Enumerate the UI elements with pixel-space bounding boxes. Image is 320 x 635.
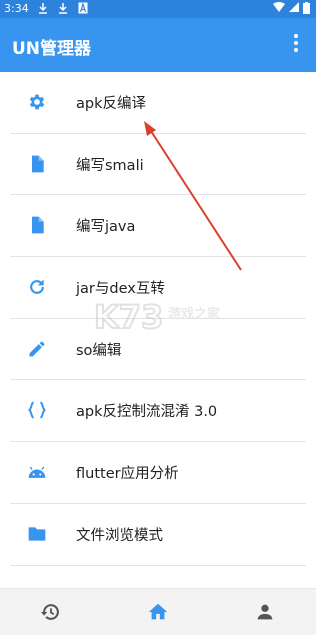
bottom-navigation xyxy=(0,588,316,635)
file-icon xyxy=(32,217,44,234)
person-icon[interactable] xyxy=(254,601,276,623)
braces-icon xyxy=(28,401,46,419)
menu-item-label: jar与dex互转 xyxy=(76,281,165,298)
more-options-icon[interactable] xyxy=(290,34,302,56)
watermark-text: 游戏之家 xyxy=(168,307,221,322)
menu-item-write-smali[interactable]: 编写smali xyxy=(0,134,316,196)
menu-item-apk-deobfuscate[interactable]: apk反控制流混淆 3.0 xyxy=(0,380,316,443)
menu-item-file-browse[interactable]: 文件浏览模式 xyxy=(0,504,316,566)
status-time: 3:34 xyxy=(4,2,29,15)
menu-item-label: 编写smali xyxy=(76,157,144,174)
menu-item-apk-decompile[interactable]: apk反编译 xyxy=(0,72,316,134)
menu-item-write-java[interactable]: 编写java xyxy=(0,195,316,258)
pencil-icon xyxy=(29,341,45,357)
battery-icon xyxy=(303,2,310,14)
refresh-icon xyxy=(30,279,44,294)
divider xyxy=(10,564,306,566)
menu-item-label: 编写java xyxy=(76,219,136,236)
menu-item-label: 文件浏览模式 xyxy=(76,527,163,544)
download-icon xyxy=(39,3,47,14)
svg-text:K73: K73 xyxy=(94,298,163,336)
wifi-icon xyxy=(273,2,285,12)
menu-item-label: so编辑 xyxy=(76,342,122,359)
home-icon[interactable] xyxy=(147,601,169,623)
status-bar: 3:34 xyxy=(0,0,316,18)
app-bar: UN管理器 xyxy=(0,18,316,72)
menu-item-label: flutter应用分析 xyxy=(76,466,179,483)
folder-icon xyxy=(28,527,46,541)
menu-item-label: apk反编译 xyxy=(76,96,146,112)
download-icon xyxy=(59,3,67,14)
file-icon xyxy=(32,155,44,173)
menu-item-flutter-analysis[interactable]: flutter应用分析 xyxy=(0,442,316,504)
gear-icon xyxy=(29,94,45,110)
app-title: UN管理器 xyxy=(12,39,92,59)
history-icon[interactable] xyxy=(40,601,62,623)
notification-a-icon xyxy=(78,2,88,14)
signal-icon xyxy=(289,2,299,12)
menu-item-label: apk反控制流混淆 3.0 xyxy=(76,404,218,421)
android-icon xyxy=(28,466,46,478)
